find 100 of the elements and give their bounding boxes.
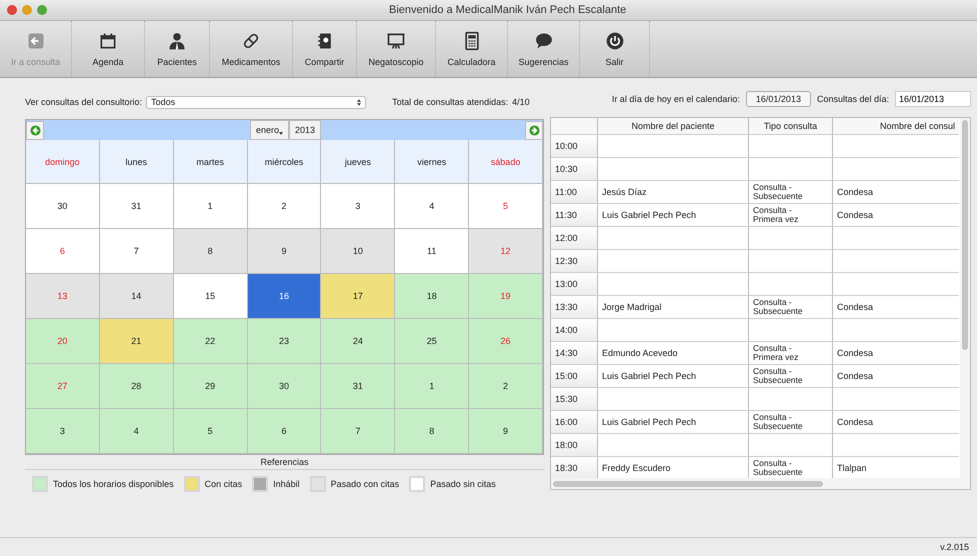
calendar-day[interactable]: 8 xyxy=(174,229,248,274)
table-cell-text: Consulta - Subsecuente xyxy=(753,367,804,385)
calendar-icon xyxy=(98,31,118,51)
vertical-scrollbar[interactable] xyxy=(962,120,968,350)
calendar-day[interactable]: 7 xyxy=(100,229,174,274)
horizontal-scrollbar[interactable] xyxy=(553,481,823,487)
calendar-day[interactable]: 19 xyxy=(469,274,543,319)
table-cell-text: Consulta - Primera vez xyxy=(753,344,800,362)
toolbar-button[interactable]: Compartir xyxy=(293,21,357,77)
time-cell: 18:30 xyxy=(551,457,598,478)
window-title: Bienvenido a MedicalManik Iván Pech Escalante xyxy=(389,4,626,16)
calendar-day[interactable]: 31 xyxy=(100,184,174,229)
today-label: Ir al día de hoy en el calendario: xyxy=(612,94,740,104)
calendar-day[interactable]: 2 xyxy=(248,184,322,229)
calendar-day[interactable]: 31 xyxy=(321,364,396,409)
next-month-button[interactable] xyxy=(525,120,543,140)
year-field[interactable]: 2013 xyxy=(289,120,322,140)
calendar-day[interactable]: 20 xyxy=(26,319,100,364)
table-cell: Edmundo Acevedo xyxy=(602,348,678,358)
toolbar-button[interactable]: Negatoscopio xyxy=(357,21,436,77)
calendar-day[interactable]: 18 xyxy=(395,274,470,319)
calendar-day[interactable]: 6 xyxy=(26,229,100,274)
table-cell: Condesa xyxy=(837,210,874,220)
calendar-day[interactable]: 26 xyxy=(469,319,543,364)
weekday-header: domingo xyxy=(26,140,100,184)
date-field[interactable]: 16/01/2013 xyxy=(895,91,971,107)
calendar-day[interactable]: 28 xyxy=(100,364,174,409)
time-cell: 10:30 xyxy=(551,158,598,180)
legend-swatch xyxy=(252,476,268,492)
time-cell: 14:30 xyxy=(551,342,598,364)
calendar-day[interactable]: 4 xyxy=(100,409,174,454)
table-cell: Freddy Escudero xyxy=(602,463,671,473)
minimize-button[interactable] xyxy=(22,5,32,15)
time-cell: 12:30 xyxy=(551,250,598,272)
weekday-header: miércoles xyxy=(248,140,322,184)
time-cell: 11:30 xyxy=(551,204,598,226)
time-cell: 15:30 xyxy=(551,388,598,410)
weekday-header: lunes xyxy=(100,140,174,184)
calendar-day[interactable]: 4 xyxy=(395,184,470,229)
toolbar-button[interactable]: Pacientes xyxy=(145,21,210,77)
calendar-day[interactable]: 9 xyxy=(248,229,322,274)
version-label: v.2.015 xyxy=(940,542,969,552)
close-button[interactable] xyxy=(7,5,17,15)
table-cell-text: Consulta - Subsecuente xyxy=(753,459,804,477)
calendar-day[interactable]: 11 xyxy=(395,229,470,274)
table-cell: Luis Gabriel Pech Pech xyxy=(602,210,696,220)
column-header: Tipo consulta xyxy=(749,118,833,134)
left-arrow-icon xyxy=(30,124,40,136)
calendar-day[interactable]: 22 xyxy=(174,319,248,364)
table-cell-text: Consulta - Subsecuente xyxy=(753,183,804,201)
zoom-button[interactable] xyxy=(37,5,47,15)
toolbar-button[interactable]: Sugerencias xyxy=(508,21,580,77)
person-icon xyxy=(167,31,187,51)
office-dropdown[interactable]: Todos xyxy=(146,96,366,108)
calendar-day[interactable]: 6 xyxy=(248,409,322,454)
calendar-day[interactable]: 12 xyxy=(469,229,543,274)
calendar-day[interactable]: 1 xyxy=(174,184,248,229)
legend-title: Referencias xyxy=(25,456,544,470)
calendar-day[interactable]: 17 xyxy=(321,274,396,319)
calendar-day[interactable]: 27 xyxy=(26,364,100,409)
calendar-day[interactable]: 30 xyxy=(26,184,100,229)
right-arrow-icon xyxy=(528,124,540,136)
time-cell: 11:00 xyxy=(551,181,598,203)
table-cell-text: Consulta - Subsecuente xyxy=(753,298,804,316)
toolbar-button[interactable]: Agenda xyxy=(72,21,145,77)
calendar-day[interactable]: 25 xyxy=(395,319,470,364)
calendar-day[interactable]: 9 xyxy=(469,409,543,454)
legend-label: Pasado sin citas xyxy=(430,479,496,489)
easel-icon xyxy=(386,31,406,51)
weekday-header: martes xyxy=(174,140,248,184)
previous-month-button[interactable] xyxy=(26,120,44,140)
month-dropdown[interactable]: enero xyxy=(250,120,290,140)
calendar-day[interactable]: 7 xyxy=(321,409,396,454)
toolbar-button[interactable]: Medicamentos xyxy=(210,21,293,77)
calendar-day[interactable]: 14 xyxy=(100,274,174,319)
calendar-day[interactable]: 16 xyxy=(248,274,322,319)
calendar-day[interactable]: 3 xyxy=(321,184,396,229)
today-button[interactable]: 16/01/2013 xyxy=(746,91,811,107)
calendar-day[interactable]: 5 xyxy=(174,409,248,454)
calendar-day[interactable]: 15 xyxy=(174,274,248,319)
total-value: 4/10 xyxy=(512,97,530,107)
calendar-day[interactable]: 3 xyxy=(26,409,100,454)
filter-label: Ver consultas del consultorio: xyxy=(25,97,142,107)
calendar-day[interactable]: 29 xyxy=(174,364,248,409)
calendar-day[interactable]: 30 xyxy=(248,364,322,409)
calendar-day[interactable]: 8 xyxy=(395,409,470,454)
legend-label: Inhábil xyxy=(273,479,300,489)
calendar-day[interactable]: 5 xyxy=(469,184,543,229)
legend-swatch xyxy=(409,476,426,492)
calendar-day[interactable]: 23 xyxy=(248,319,322,364)
calendar-day[interactable]: 1 xyxy=(395,364,470,409)
calendar-day[interactable]: 13 xyxy=(26,274,100,319)
calendar-day[interactable]: 24 xyxy=(321,319,396,364)
calendar-day[interactable]: 21 xyxy=(100,319,174,364)
stepper-arrows-icon xyxy=(357,98,362,106)
calendar-day[interactable]: 10 xyxy=(321,229,396,274)
weekday-header: jueves xyxy=(321,140,396,184)
toolbar-button[interactable]: Salir xyxy=(580,21,650,77)
toolbar-button[interactable]: Calculadora xyxy=(436,21,508,77)
calendar-day[interactable]: 2 xyxy=(469,364,543,409)
